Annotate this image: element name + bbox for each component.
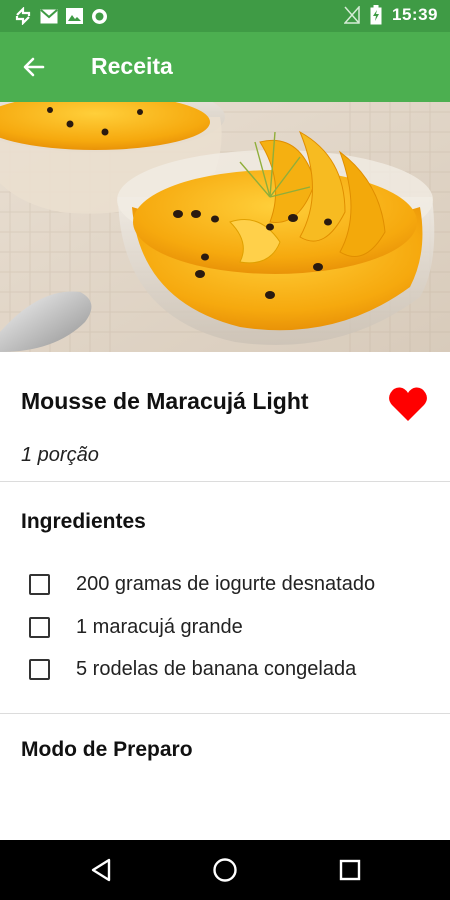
system-nav-bar [0,840,450,900]
nav-home-button[interactable] [210,855,240,885]
nav-recents-button[interactable] [335,855,365,885]
image-icon [66,8,83,24]
ingredient-checkbox[interactable] [29,573,50,595]
back-button[interactable] [18,51,50,83]
recipe-title: Mousse de Maracujá Light [21,388,309,414]
arrow-left-icon [23,57,45,77]
recents-square-icon [339,859,361,881]
preparation-heading: Modo de Preparo [21,738,193,761]
status-bar-system: 15:39 [344,5,438,25]
ingredient-checkbox[interactable] [29,616,50,638]
ingredient-item[interactable]: 200 gramas de iogurte desnatado [29,569,375,599]
ingredient-label: 200 gramas de iogurte desnatado [76,572,376,595]
sync-icon [15,7,31,25]
ingredient-checkbox[interactable] [29,658,50,680]
servings-text: 1 porção [21,444,99,466]
app-bar-title: Receita [91,53,173,79]
ingredient-label: 5 rodelas de banana congelada [76,657,357,680]
ingredient-item[interactable]: 5 rodelas de banana congelada [29,654,356,684]
circle-notification-icon [92,8,107,24]
ingredients-heading: Ingredientes [21,510,146,533]
app-bar: Receita [0,32,450,102]
favorite-button[interactable] [388,386,428,427]
ingredient-item[interactable]: 1 maracujá grande [29,612,243,642]
divider [0,481,450,482]
home-circle-icon [213,858,237,882]
recipe-photo [0,102,450,352]
status-bar: 15:39 [0,0,450,32]
battery-charging-icon [370,5,382,25]
heart-icon [389,387,427,421]
status-bar-notifications [14,7,108,25]
divider [0,713,450,714]
status-time: 15:39 [392,5,438,24]
gmail-icon [40,8,58,23]
back-triangle-icon [91,858,111,882]
no-signal-icon [344,6,360,24]
nav-back-button[interactable] [86,855,116,885]
ingredient-label: 1 maracujá grande [76,615,243,638]
